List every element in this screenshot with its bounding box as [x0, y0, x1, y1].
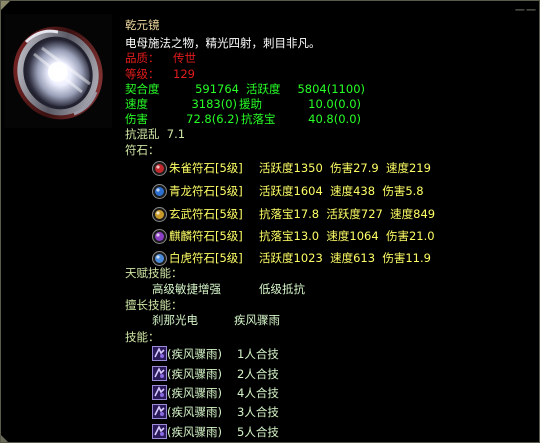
rune-stats: 活跃度1350 伤害27.9 速度219	[259, 161, 431, 175]
stat-value: 10.0(0.0)	[308, 97, 361, 111]
panel-corner-decoration-bottom	[1, 435, 8, 442]
rune-stats: 抗落宝13.0 速度1064 伤害21.0	[259, 229, 435, 243]
combo-skill-icon[interactable]	[152, 346, 167, 361]
rune-name: 白虎符石[5级]	[169, 251, 243, 265]
rune-stats: 活跃度1604 速度438 伤害5.8	[259, 184, 424, 198]
skill-name: (疾风骤雨)	[167, 347, 222, 361]
runes-header: 符石：	[125, 143, 160, 157]
rune-name: 麒麟符石[5级]	[169, 229, 243, 243]
skill-name: (疾风骤雨)	[167, 367, 222, 381]
specialty-skill: 刹那光电	[152, 313, 198, 327]
item-description: 电母施法之物，精光四射，刺目非凡。	[125, 36, 321, 50]
skill-combo-size: 4人合技	[237, 386, 279, 400]
quality-label: 品质：	[125, 51, 160, 65]
stat-value: 40.8(0.0)	[308, 112, 361, 126]
skill-combo-size: 2人合技	[237, 367, 279, 381]
combo-skill-icon[interactable]	[152, 366, 167, 381]
skill-combo-size: 1人合技	[237, 347, 279, 361]
level-value: 129	[173, 67, 195, 81]
stat-label: 契合度	[125, 82, 160, 96]
stat-label: 抗落宝	[241, 112, 276, 126]
skill-combo-size: 5人合技	[237, 425, 279, 439]
vermilion-bird-rune-icon[interactable]	[152, 161, 167, 176]
item-name: 乾元镜	[125, 18, 160, 32]
combo-skill-icon[interactable]	[152, 404, 167, 419]
rune-name: 玄武符石[5级]	[169, 207, 243, 221]
talent-skill: 高级敏捷增强	[152, 282, 221, 296]
stat-label: 伤害	[125, 112, 148, 126]
talent-skills-header: 天赋技能：	[125, 266, 183, 280]
stat-value: 591764	[195, 82, 239, 96]
rune-name: 朱雀符石[5级]	[169, 161, 243, 175]
item-tooltip-panel: 一 一 乾元镜 电母施法之物，精光四射，刺目非凡。 品质： 传世 等级： 129…	[0, 0, 540, 443]
skills-header: 技能：	[125, 330, 160, 344]
rune-stats: 活跃度1023 速度613 伤害11.9	[259, 251, 431, 265]
mirror-artifact-image	[4, 14, 112, 128]
stat-value: 72.8(6.2)	[186, 112, 239, 126]
stat-label: 速度	[125, 97, 148, 111]
window-control-mark: 一 一	[514, 6, 536, 17]
combo-skill-icon[interactable]	[152, 385, 167, 400]
stat-value: 5804(1100)	[297, 82, 365, 96]
talent-skill: 低级抵抗	[259, 282, 305, 296]
stat-label: 援助	[239, 97, 262, 111]
quality-value: 传世	[173, 51, 196, 65]
specialty-skill: 疾风骤雨	[234, 313, 280, 327]
qilin-rune-icon[interactable]	[152, 229, 167, 244]
white-tiger-rune-icon[interactable]	[152, 251, 167, 266]
stat-value: 3183(0)	[191, 97, 237, 111]
level-label: 等级：	[125, 67, 160, 81]
stat-label: 活跃度	[246, 82, 281, 96]
rune-name: 青龙符石[5级]	[169, 184, 243, 198]
specialty-skills-header: 擅长技能：	[125, 298, 183, 312]
skill-name: (疾风骤雨)	[167, 405, 222, 419]
skill-name: (疾风骤雨)	[167, 386, 222, 400]
black-tortoise-rune-icon[interactable]	[152, 207, 167, 222]
rune-stats: 抗落宝17.8 活跃度727 速度849	[259, 207, 436, 221]
skill-combo-size: 3人合技	[237, 405, 279, 419]
skill-name: (疾风骤雨)	[167, 425, 222, 439]
combo-skill-icon[interactable]	[152, 424, 167, 439]
azure-dragon-rune-icon[interactable]	[152, 184, 167, 199]
panel-corner-decoration	[1, 1, 10, 10]
anti-confusion-stat: 抗混乱 7.1	[125, 127, 186, 141]
